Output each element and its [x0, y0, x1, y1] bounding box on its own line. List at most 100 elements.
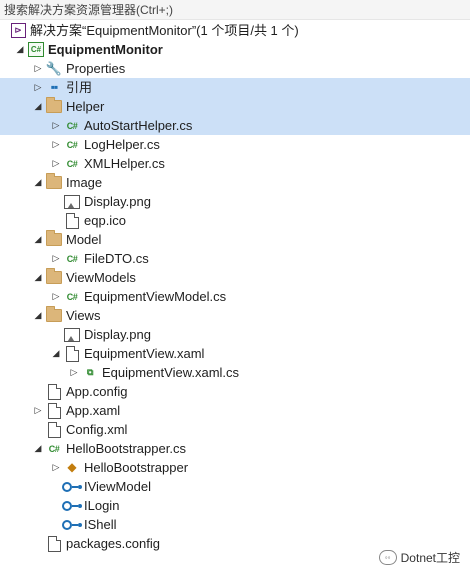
image-file-icon — [64, 327, 80, 342]
tree-item-label: Views — [66, 308, 101, 323]
tree-item-label: HelloBootstrapper — [84, 460, 189, 475]
tree-item-label: EquipmentMonitor — [48, 42, 163, 57]
expand-arrow-icon[interactable]: ◢ — [32, 97, 44, 116]
tree-row[interactable]: App.config — [0, 382, 470, 401]
tree-row[interactable]: ▷ C# EquipmentViewModel.cs — [0, 287, 470, 306]
search-placeholder: 搜索解决方案资源管理器(Ctrl+;) — [4, 3, 173, 17]
expand-arrow-icon[interactable]: ◢ — [32, 306, 44, 325]
collapse-arrow-icon[interactable]: ▷ — [50, 135, 62, 154]
tree-row[interactable]: ◢ C# EquipmentMonitor — [0, 40, 470, 59]
folder-open-icon — [46, 97, 62, 114]
collapse-arrow-icon[interactable]: ▷ — [50, 287, 62, 306]
tree-item-label: XMLHelper.cs — [84, 156, 165, 171]
tree-item-label: HelloBootstrapper.cs — [66, 441, 186, 456]
tree-item-label: IShell — [84, 517, 117, 532]
expand-arrow-icon[interactable]: ◢ — [32, 173, 44, 192]
tree-item-label: EquipmentViewModel.cs — [84, 289, 227, 304]
tree-item-label: Display.png — [84, 194, 151, 209]
tree-row[interactable]: ▷ 🔧 Properties — [0, 59, 470, 78]
folder-open-icon — [46, 306, 62, 323]
tree-row[interactable]: ◢ Views — [0, 306, 470, 325]
tree-row[interactable]: Display.png — [0, 325, 470, 344]
csharp-file-icon: C# — [66, 253, 78, 264]
solution-explorer-tree: ⊳ 解决方案“EquipmentMonitor”(1 个项目/共 1 个) ◢ C# E… — [0, 21, 470, 553]
tree-row[interactable]: ◢ Image — [0, 173, 470, 192]
tree-item-label: Properties — [66, 61, 126, 76]
solution-icon: ⊳ — [10, 23, 26, 38]
tree-row[interactable]: ▷ ⧉ EquipmentView.xaml.cs — [0, 363, 470, 382]
tree-item-label: ILogin — [84, 498, 120, 513]
expand-arrow-icon[interactable]: ◢ — [14, 40, 26, 59]
tree-row[interactable]: ▷ C# LogHelper.cs — [0, 135, 470, 154]
csharp-file-icon: C# — [66, 139, 78, 150]
tree-item-label: AutoStartHelper.cs — [84, 118, 193, 133]
collapse-arrow-icon[interactable]: ▷ — [50, 249, 62, 268]
csharp-project-icon: C# — [28, 42, 44, 57]
expand-arrow-icon[interactable]: ◢ — [32, 439, 44, 458]
wechat-icon: ◦◦ — [378, 550, 397, 565]
folder-open-icon — [46, 268, 62, 285]
collapse-arrow-icon[interactable]: ▷ — [50, 116, 62, 135]
collapse-arrow-icon[interactable]: ▷ — [50, 458, 62, 477]
csharp-codebehind-icon: ⧉ — [87, 367, 93, 377]
search-input[interactable]: 搜索解决方案资源管理器(Ctrl+;) — [0, 0, 470, 20]
config-file-icon — [46, 383, 62, 400]
interface-icon — [62, 517, 82, 532]
tree-row[interactable]: ▷ App.xaml — [0, 401, 470, 420]
tree-item-label: App.config — [66, 384, 128, 399]
expand-arrow-icon[interactable]: ◢ — [32, 268, 44, 287]
tree-row[interactable]: ◢ Model — [0, 230, 470, 249]
tree-item-label: 引用 — [66, 80, 93, 95]
ico-file-icon — [64, 212, 80, 229]
collapse-arrow-icon[interactable]: ▷ — [32, 401, 44, 420]
tree-item-label: LogHelper.cs — [84, 137, 160, 152]
tree-row[interactable]: ▷ C# AutoStartHelper.cs — [0, 116, 470, 135]
csharp-file-icon: C# — [48, 443, 60, 454]
expand-arrow-icon[interactable]: ◢ — [50, 344, 62, 363]
tree-row[interactable]: ⊳ 解决方案“EquipmentMonitor”(1 个项目/共 1 个) — [0, 21, 470, 40]
xml-file-icon — [46, 421, 62, 438]
tree-row[interactable]: ▷ C# FileDTO.cs — [0, 249, 470, 268]
tree-row[interactable]: ◢ EquipmentView.xaml — [0, 344, 470, 363]
tree-row[interactable]: ▷ ◆ HelloBootstrapper — [0, 458, 470, 477]
tree-row[interactable]: Display.png — [0, 192, 470, 211]
tree-item-label: Image — [66, 175, 103, 190]
tree-item-label: ViewModels — [66, 270, 136, 285]
xaml-file-icon — [64, 345, 80, 362]
tree-item-label: Config.xml — [66, 422, 128, 437]
collapse-arrow-icon[interactable]: ▷ — [32, 59, 44, 78]
tree-row[interactable]: ◢ Helper — [0, 97, 470, 116]
expand-arrow-icon[interactable]: ◢ — [32, 230, 44, 249]
wrench-icon: 🔧 — [45, 61, 63, 76]
tree-row[interactable]: IShell — [0, 515, 470, 534]
watermark: ◦◦ Dotnet工控 — [378, 549, 460, 566]
tree-row[interactable]: eqp.ico — [0, 211, 470, 230]
collapse-arrow-icon[interactable]: ▷ — [68, 363, 80, 382]
tree-row[interactable]: ◢ C# HelloBootstrapper.cs — [0, 439, 470, 458]
csharp-file-icon: C# — [66, 291, 78, 302]
tree-row[interactable]: ◢ ViewModels — [0, 268, 470, 287]
collapse-arrow-icon[interactable]: ▷ — [50, 154, 62, 173]
tree-row[interactable]: ▷ C# XMLHelper.cs — [0, 154, 470, 173]
tree-row[interactable]: IViewModel — [0, 477, 470, 496]
config-file-icon — [46, 535, 62, 552]
tree-item-label: eqp.ico — [84, 213, 126, 228]
tree-item-label: FileDTO.cs — [84, 251, 149, 266]
folder-open-icon — [46, 230, 62, 247]
tree-item-label: Model — [66, 232, 102, 247]
watermark-text: Dotnet工控 — [400, 551, 460, 565]
image-file-icon — [64, 194, 80, 209]
csharp-file-icon: C# — [66, 120, 78, 131]
tree-row[interactable]: Config.xml — [0, 420, 470, 439]
tree-row[interactable]: ▷ ▪▪ 引用 — [0, 78, 470, 97]
class-icon: ◆ — [67, 460, 77, 474]
tree-item-label: App.xaml — [66, 403, 121, 418]
references-icon: ▪▪ — [50, 80, 58, 94]
tree-item-label: IViewModel — [84, 479, 151, 494]
collapse-arrow-icon[interactable]: ▷ — [32, 78, 44, 97]
tree-row[interactable]: ILogin — [0, 496, 470, 515]
tree-item-label: Helper — [66, 99, 105, 114]
csharp-file-icon: C# — [66, 158, 78, 169]
tree-item-label: Display.png — [84, 327, 151, 342]
xaml-file-icon — [46, 402, 62, 419]
